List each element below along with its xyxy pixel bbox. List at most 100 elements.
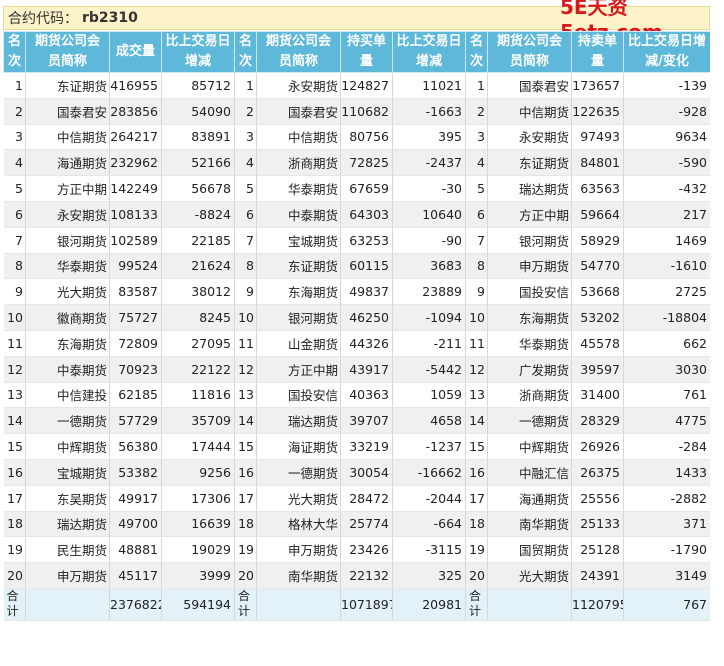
cell-sell-volume: 53668 xyxy=(571,278,624,306)
cell-rank: 17 xyxy=(465,485,488,512)
cell-buy-volume: 44326 xyxy=(340,330,393,357)
totals-spacer xyxy=(487,587,572,621)
cell-rank: 6 xyxy=(234,201,257,228)
cell-member-name: 光大期货 xyxy=(25,278,110,306)
cell-member-name: 一德期货 xyxy=(256,459,341,486)
column-header-line: 期货公司会 xyxy=(496,34,562,49)
cell-volume: 57729 xyxy=(109,407,162,435)
column-header-line: 增减 xyxy=(415,54,442,69)
cell-volume-change: 85712 xyxy=(161,72,235,99)
cell-member-name: 东证期货 xyxy=(256,253,341,280)
cell-member-name: 申万期货 xyxy=(487,253,572,280)
table-row: 1 东证期货 416955 85712 1 永安期货 124827 11021 1 国泰君安 173… xyxy=(3,72,711,99)
cell-member-name: 银河期货 xyxy=(487,227,572,254)
cell-buy-volume: 67659 xyxy=(340,175,393,202)
column-header-line: 员简称 xyxy=(47,54,87,69)
cell-volume: 102589 xyxy=(109,227,162,254)
column-header-line: 名 xyxy=(238,34,252,49)
cell-member-name: 方正中期 xyxy=(25,175,110,202)
column-header-line: 量 xyxy=(590,54,604,69)
cell-volume-change: 83891 xyxy=(161,124,235,151)
column-header: 比上交易日增 减/变化 xyxy=(623,31,711,73)
cell-buy-change: -1094 xyxy=(392,304,466,331)
cell-sell-volume: 45578 xyxy=(571,330,624,357)
cell-rank: 5 xyxy=(465,175,488,202)
totals-label: 合计 xyxy=(465,587,488,621)
cell-rank: 8 xyxy=(3,253,26,280)
cell-volume: 72809 xyxy=(109,330,162,357)
cell-buy-volume: 30054 xyxy=(340,459,393,486)
cell-sell-change: -18804 xyxy=(623,304,711,331)
cell-sell-volume: 26926 xyxy=(571,433,624,460)
column-header-line: 期货公司会 xyxy=(265,34,331,49)
cell-sell-volume: 24391 xyxy=(571,562,624,589)
cell-sell-volume: 26375 xyxy=(571,459,624,486)
cell-rank: 14 xyxy=(3,407,26,435)
cell-member-name: 宝城期货 xyxy=(256,227,341,254)
cell-member-name: 瑞达期货 xyxy=(487,175,572,202)
column-header: 期货公司会 员简称 xyxy=(256,31,341,73)
cell-member-name: 浙商期货 xyxy=(256,149,341,177)
cell-sell-volume: 59664 xyxy=(571,201,624,228)
cell-member-name: 一德期货 xyxy=(25,407,110,435)
cell-member-name: 方正中期 xyxy=(487,201,572,228)
cell-volume-change: 38012 xyxy=(161,278,235,306)
cell-rank: 4 xyxy=(3,149,26,177)
cell-volume: 45117 xyxy=(109,562,162,589)
column-header: 成交量 xyxy=(109,31,162,73)
table-row: 8 华泰期货 99524 21624 8 东证期货 60115 3683 8 申万期货 54770-… xyxy=(3,253,711,280)
cell-member-name: 银河期货 xyxy=(256,304,341,331)
cell-member-name: 中信期货 xyxy=(256,124,341,151)
cell-member-name: 中辉期货 xyxy=(487,433,572,460)
cell-sell-volume: 28329 xyxy=(571,407,624,435)
cell-rank: 11 xyxy=(465,330,488,357)
cell-rank: 7 xyxy=(234,227,257,254)
cell-buy-volume: 63253 xyxy=(340,227,393,254)
cell-member-name: 中辉期货 xyxy=(25,433,110,460)
cell-rank: 7 xyxy=(465,227,488,254)
cell-sell-volume: 122635 xyxy=(571,98,624,125)
cell-member-name: 华泰期货 xyxy=(487,330,572,357)
cell-rank: 18 xyxy=(234,511,257,538)
cell-sell-volume: 53202 xyxy=(571,304,624,331)
cell-buy-volume: 49837 xyxy=(340,278,393,306)
cell-volume: 83587 xyxy=(109,278,162,306)
cell-sell-change: -1610 xyxy=(623,253,711,280)
column-header: 名次 xyxy=(3,31,26,73)
cell-member-name: 申万期货 xyxy=(25,562,110,589)
cell-buy-volume: 43917 xyxy=(340,356,393,383)
cell-rank: 16 xyxy=(234,459,257,486)
cell-rank: 17 xyxy=(3,485,26,512)
cell-rank: 2 xyxy=(465,98,488,125)
cell-rank: 9 xyxy=(465,278,488,306)
cell-buy-change: -30 xyxy=(392,175,466,202)
cell-rank: 12 xyxy=(234,356,257,383)
column-header: 持卖单量 xyxy=(571,31,624,73)
cell-rank: 15 xyxy=(234,433,257,460)
scrollbar-gutter[interactable] xyxy=(710,0,724,666)
cell-volume-change: 22122 xyxy=(161,356,235,383)
column-header-line: 次 xyxy=(238,54,252,69)
cell-member-name: 中信期货 xyxy=(487,98,572,125)
cell-buy-change: 4658 xyxy=(392,407,466,435)
cell-sell-volume: 31400 xyxy=(571,382,624,409)
cell-member-name: 海通期货 xyxy=(487,485,572,512)
table-row: 19 民生期货 48881 19029 19 申万期货 23426 -3115 19 国贸期货 25… xyxy=(3,536,711,564)
cell-volume: 49917 xyxy=(109,485,162,512)
cell-rank: 4 xyxy=(465,149,488,177)
column-header-line: 比上交易日增 xyxy=(627,34,706,49)
cell-member-name: 国泰君安 xyxy=(25,98,110,125)
totals-buy-change: 20981 xyxy=(392,587,466,621)
column-header: 名次 xyxy=(465,31,488,73)
totals-spacer xyxy=(256,587,341,621)
cell-sell-change: 3030 xyxy=(623,356,711,383)
cell-sell-change: -432 xyxy=(623,175,711,202)
cell-member-name: 光大期货 xyxy=(487,562,572,589)
cell-sell-change: -928 xyxy=(623,98,711,125)
totals-buy: 1071897 xyxy=(340,587,393,621)
cell-rank: 13 xyxy=(234,382,257,409)
column-header-line: 减/变化 xyxy=(645,54,689,69)
cell-sell-change: 1469 xyxy=(623,227,711,254)
cell-rank: 4 xyxy=(234,149,257,177)
cell-member-name: 华泰期货 xyxy=(256,175,341,202)
